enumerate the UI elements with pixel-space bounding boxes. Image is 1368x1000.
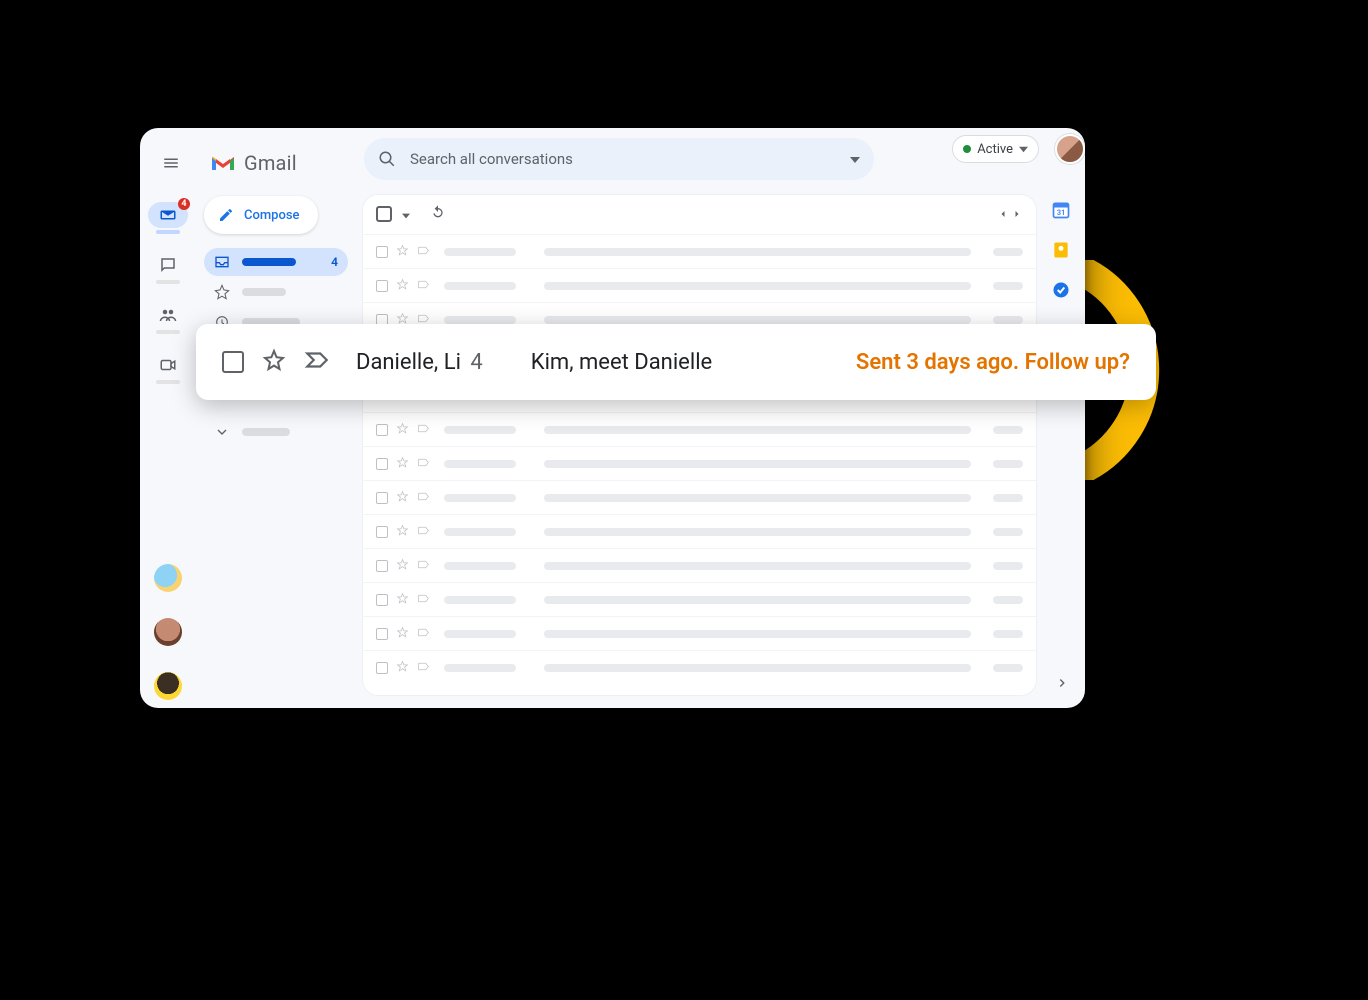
mail-list-panel — [362, 194, 1037, 696]
pagination — [997, 205, 1023, 224]
search-icon — [378, 150, 396, 168]
status-label: Active — [977, 142, 1013, 157]
mail-row[interactable] — [362, 268, 1037, 302]
mail-row[interactable] — [362, 412, 1037, 446]
search-placeholder: Search all conversations — [410, 150, 573, 168]
gmail-logo[interactable]: Gmail — [210, 151, 297, 175]
chat-avatar-1[interactable] — [154, 564, 182, 592]
select-menu-button[interactable] — [402, 205, 410, 224]
chat-avatar-3[interactable] — [154, 672, 182, 700]
inbox-count: 4 — [331, 255, 338, 269]
mail-row[interactable] — [362, 514, 1037, 548]
mail-badge: 4 — [178, 198, 190, 210]
mail-icon — [159, 206, 177, 224]
highlighted-email-row[interactable]: Danielle, Li 4 Kim, meet Danielle Sent 3… — [196, 324, 1156, 400]
side-panel-toggle[interactable] — [1055, 675, 1069, 694]
sidebar-item-inbox[interactable]: 4 — [204, 248, 348, 276]
hamburger-icon — [162, 154, 180, 172]
status-chip[interactable]: Active — [952, 135, 1039, 163]
sidebar-item-starred[interactable] — [204, 278, 348, 306]
presence-dot-icon — [963, 145, 971, 153]
compose-button[interactable]: Compose — [204, 196, 318, 234]
chevron-right-icon — [1055, 676, 1069, 690]
rail-meet[interactable] — [152, 352, 184, 384]
mail-list — [362, 234, 1037, 684]
search-bar[interactable]: Search all conversations — [364, 138, 874, 180]
brand-label: Gmail — [244, 151, 297, 175]
row-star-button[interactable] — [262, 348, 286, 376]
rail-mail[interactable]: 4 — [152, 202, 184, 234]
compose-label: Compose — [244, 208, 300, 223]
important-icon — [304, 347, 330, 373]
chat-avatar-2[interactable] — [154, 618, 182, 646]
meet-icon — [159, 356, 177, 374]
mail-row[interactable] — [362, 582, 1037, 616]
mail-row[interactable] — [362, 234, 1037, 268]
sidebar-item-more[interactable] — [204, 418, 348, 446]
inbox-icon — [214, 254, 230, 270]
rail-chat[interactable] — [152, 252, 184, 284]
row-important-button[interactable] — [304, 347, 330, 377]
row-nudge[interactable]: Sent 3 days ago. Follow up? — [856, 350, 1130, 375]
row-checkbox[interactable] — [222, 351, 244, 373]
folder-sidebar: Compose 4 — [196, 190, 356, 452]
thread-count: 4 — [470, 350, 482, 375]
rail-spaces[interactable] — [152, 302, 184, 334]
gmail-window: Gmail Search all conversations Active 4 — [140, 128, 1085, 708]
spaces-icon — [159, 306, 177, 324]
account-avatar[interactable] — [1055, 134, 1085, 164]
main-menu-button[interactable] — [154, 146, 188, 180]
star-icon — [262, 348, 286, 372]
prev-page-button[interactable] — [997, 205, 1009, 224]
chevron-down-icon — [214, 424, 230, 440]
app-rail: 4 — [140, 196, 196, 708]
mail-row[interactable] — [362, 480, 1037, 514]
chevron-down-icon — [1019, 145, 1028, 154]
gmail-m-icon — [210, 153, 236, 173]
search-options-button[interactable] — [850, 150, 860, 169]
calendar-app-icon[interactable]: 31 — [1051, 200, 1071, 220]
side-apps: 31 — [1037, 200, 1085, 300]
chat-icon — [159, 256, 177, 274]
mail-row[interactable] — [362, 446, 1037, 480]
keep-app-icon[interactable] — [1051, 240, 1071, 260]
mail-row[interactable] — [362, 548, 1037, 582]
row-subject: Kim, meet Danielle — [531, 350, 712, 375]
list-toolbar — [362, 194, 1037, 234]
pencil-icon — [218, 207, 234, 223]
tasks-app-icon[interactable] — [1051, 280, 1071, 300]
select-all-checkbox[interactable] — [376, 206, 392, 222]
star-icon — [214, 284, 230, 300]
refresh-button[interactable] — [430, 204, 446, 224]
mail-row[interactable] — [362, 650, 1037, 684]
row-senders: Danielle, Li 4 — [356, 350, 483, 375]
mail-row[interactable] — [362, 616, 1037, 650]
next-page-button[interactable] — [1011, 205, 1023, 224]
svg-text:31: 31 — [1057, 208, 1066, 217]
